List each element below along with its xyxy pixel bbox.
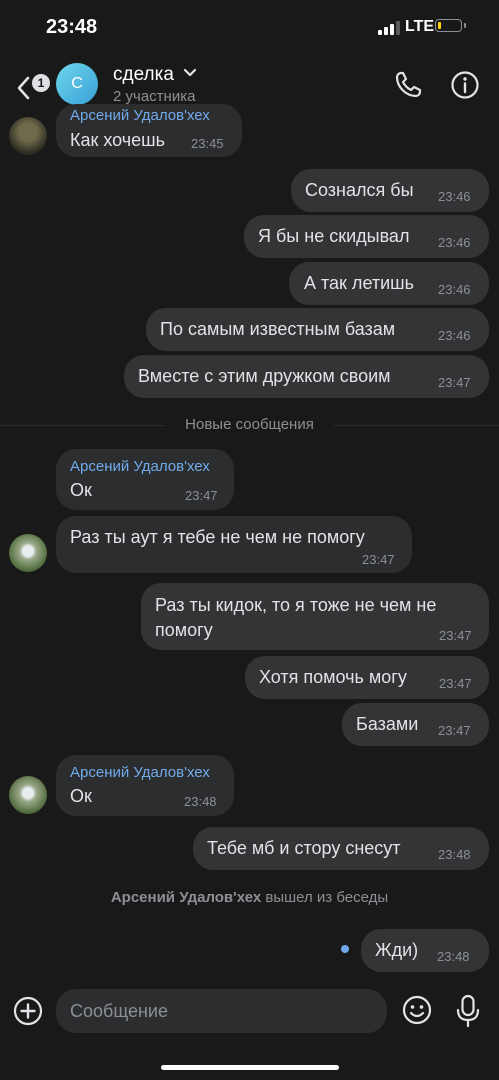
outgoing-message[interactable]: Я бы не скидывал 23:46 (244, 215, 489, 258)
sender-avatar[interactable] (9, 534, 47, 572)
sender-avatar[interactable] (9, 776, 47, 814)
outgoing-message[interactable]: Сознался бы 23:46 (291, 169, 489, 212)
message-text: Я бы не скидывал (258, 226, 410, 246)
chevron-left-icon (17, 76, 30, 100)
back-button[interactable]: 1 (10, 66, 50, 102)
message-text: помогу (155, 620, 213, 640)
message-time: 23:47 (438, 723, 471, 738)
message-text: Тебе мб и стору снесут (207, 838, 401, 858)
incoming-message[interactable]: Арсений Удалов'хех Ок 23:47 (56, 449, 234, 510)
message-text: Раз ты аут я тебе не чем не помогу (70, 527, 365, 547)
message-text: Ок (70, 786, 92, 806)
unread-badge: 1 (32, 74, 50, 92)
sender-name[interactable]: Арсений Удалов'хех (70, 107, 210, 124)
outgoing-message[interactable]: Вместе с этим дружком своим 23:47 (124, 355, 489, 398)
message-text: Хотя помочь могу (259, 667, 407, 687)
message-time: 23:48 (438, 847, 471, 862)
info-icon[interactable] (449, 69, 481, 101)
chat-subtitle: 2 участника (113, 88, 196, 105)
microphone-icon[interactable] (454, 994, 482, 1028)
status-bar: 23:48 LTE (0, 0, 499, 56)
home-indicator (161, 1065, 339, 1070)
service-action: вышел из беседы (265, 889, 389, 906)
incoming-message[interactable]: Арсений Удалов'хех Как хочешь 23:45 (56, 104, 242, 157)
message-text: Ок (70, 480, 92, 500)
signal-icon (378, 21, 400, 35)
message-text: А так летишь (304, 273, 414, 293)
composer (0, 985, 499, 1045)
outgoing-message[interactable]: Базами 23:47 (342, 703, 489, 746)
message-time: 23:48 (184, 794, 217, 809)
message-text: Вместе с этим дружком своим (138, 366, 391, 386)
incoming-message[interactable]: Раз ты аут я тебе не чем не помогу 23:47 (56, 516, 412, 573)
unread-indicator (341, 945, 349, 953)
service-message: Арсений Удалов'хех вышел из беседы (0, 889, 499, 906)
chat-title[interactable]: сделка (113, 64, 174, 86)
message-time: 23:46 (438, 189, 471, 204)
message-text: Раз ты кидок, то я тоже не чем не (155, 595, 437, 615)
message-input[interactable] (56, 989, 387, 1033)
sender-avatar[interactable] (9, 117, 47, 155)
message-text: Сознался бы (305, 180, 414, 200)
outgoing-message[interactable]: Хотя помочь могу 23:47 (245, 656, 489, 699)
outgoing-message[interactable]: Жди) 23:48 (361, 929, 489, 972)
message-text: Базами (356, 714, 419, 734)
message-text: Как хочешь (70, 130, 165, 150)
battery-icon (435, 19, 466, 32)
message-time: 23:46 (438, 235, 471, 250)
message-time: 23:48 (437, 949, 470, 964)
service-user-name[interactable]: Арсений Удалов'хех (111, 889, 261, 906)
message-time: 23:46 (438, 282, 471, 297)
message-text: По самым известным базам (160, 319, 396, 339)
status-time: 23:48 (46, 16, 98, 38)
message-text: Жди) (375, 940, 419, 960)
message-time: 23:47 (439, 628, 472, 643)
add-circle-icon[interactable] (12, 995, 44, 1027)
message-time: 23:47 (185, 488, 218, 503)
network-label: LTE (405, 18, 435, 35)
outgoing-message[interactable]: Раз ты кидок, то я тоже не чем не помогу… (141, 583, 489, 650)
sender-name[interactable]: Арсений Удалов'хех (70, 458, 210, 475)
smile-icon[interactable] (401, 994, 433, 1026)
message-time: 23:47 (439, 676, 472, 691)
phone-icon[interactable] (392, 69, 424, 101)
sender-name[interactable]: Арсений Удалов'хех (70, 764, 210, 781)
chevron-down-icon[interactable] (183, 68, 197, 78)
message-time: 23:46 (438, 328, 471, 343)
chat-avatar[interactable]: С (56, 63, 98, 105)
message-time: 23:45 (191, 136, 224, 151)
incoming-message[interactable]: Арсений Удалов'хех Ок 23:48 (56, 755, 234, 816)
new-messages-divider: Новые сообщения (185, 416, 314, 433)
message-time: 23:47 (362, 552, 395, 567)
outgoing-message[interactable]: А так летишь 23:46 (289, 262, 489, 305)
battery-level (438, 22, 441, 29)
outgoing-message[interactable]: Тебе мб и стору снесут 23:48 (193, 827, 489, 870)
message-time: 23:47 (438, 375, 471, 390)
outgoing-message[interactable]: По самым известным базам 23:46 (146, 308, 489, 351)
